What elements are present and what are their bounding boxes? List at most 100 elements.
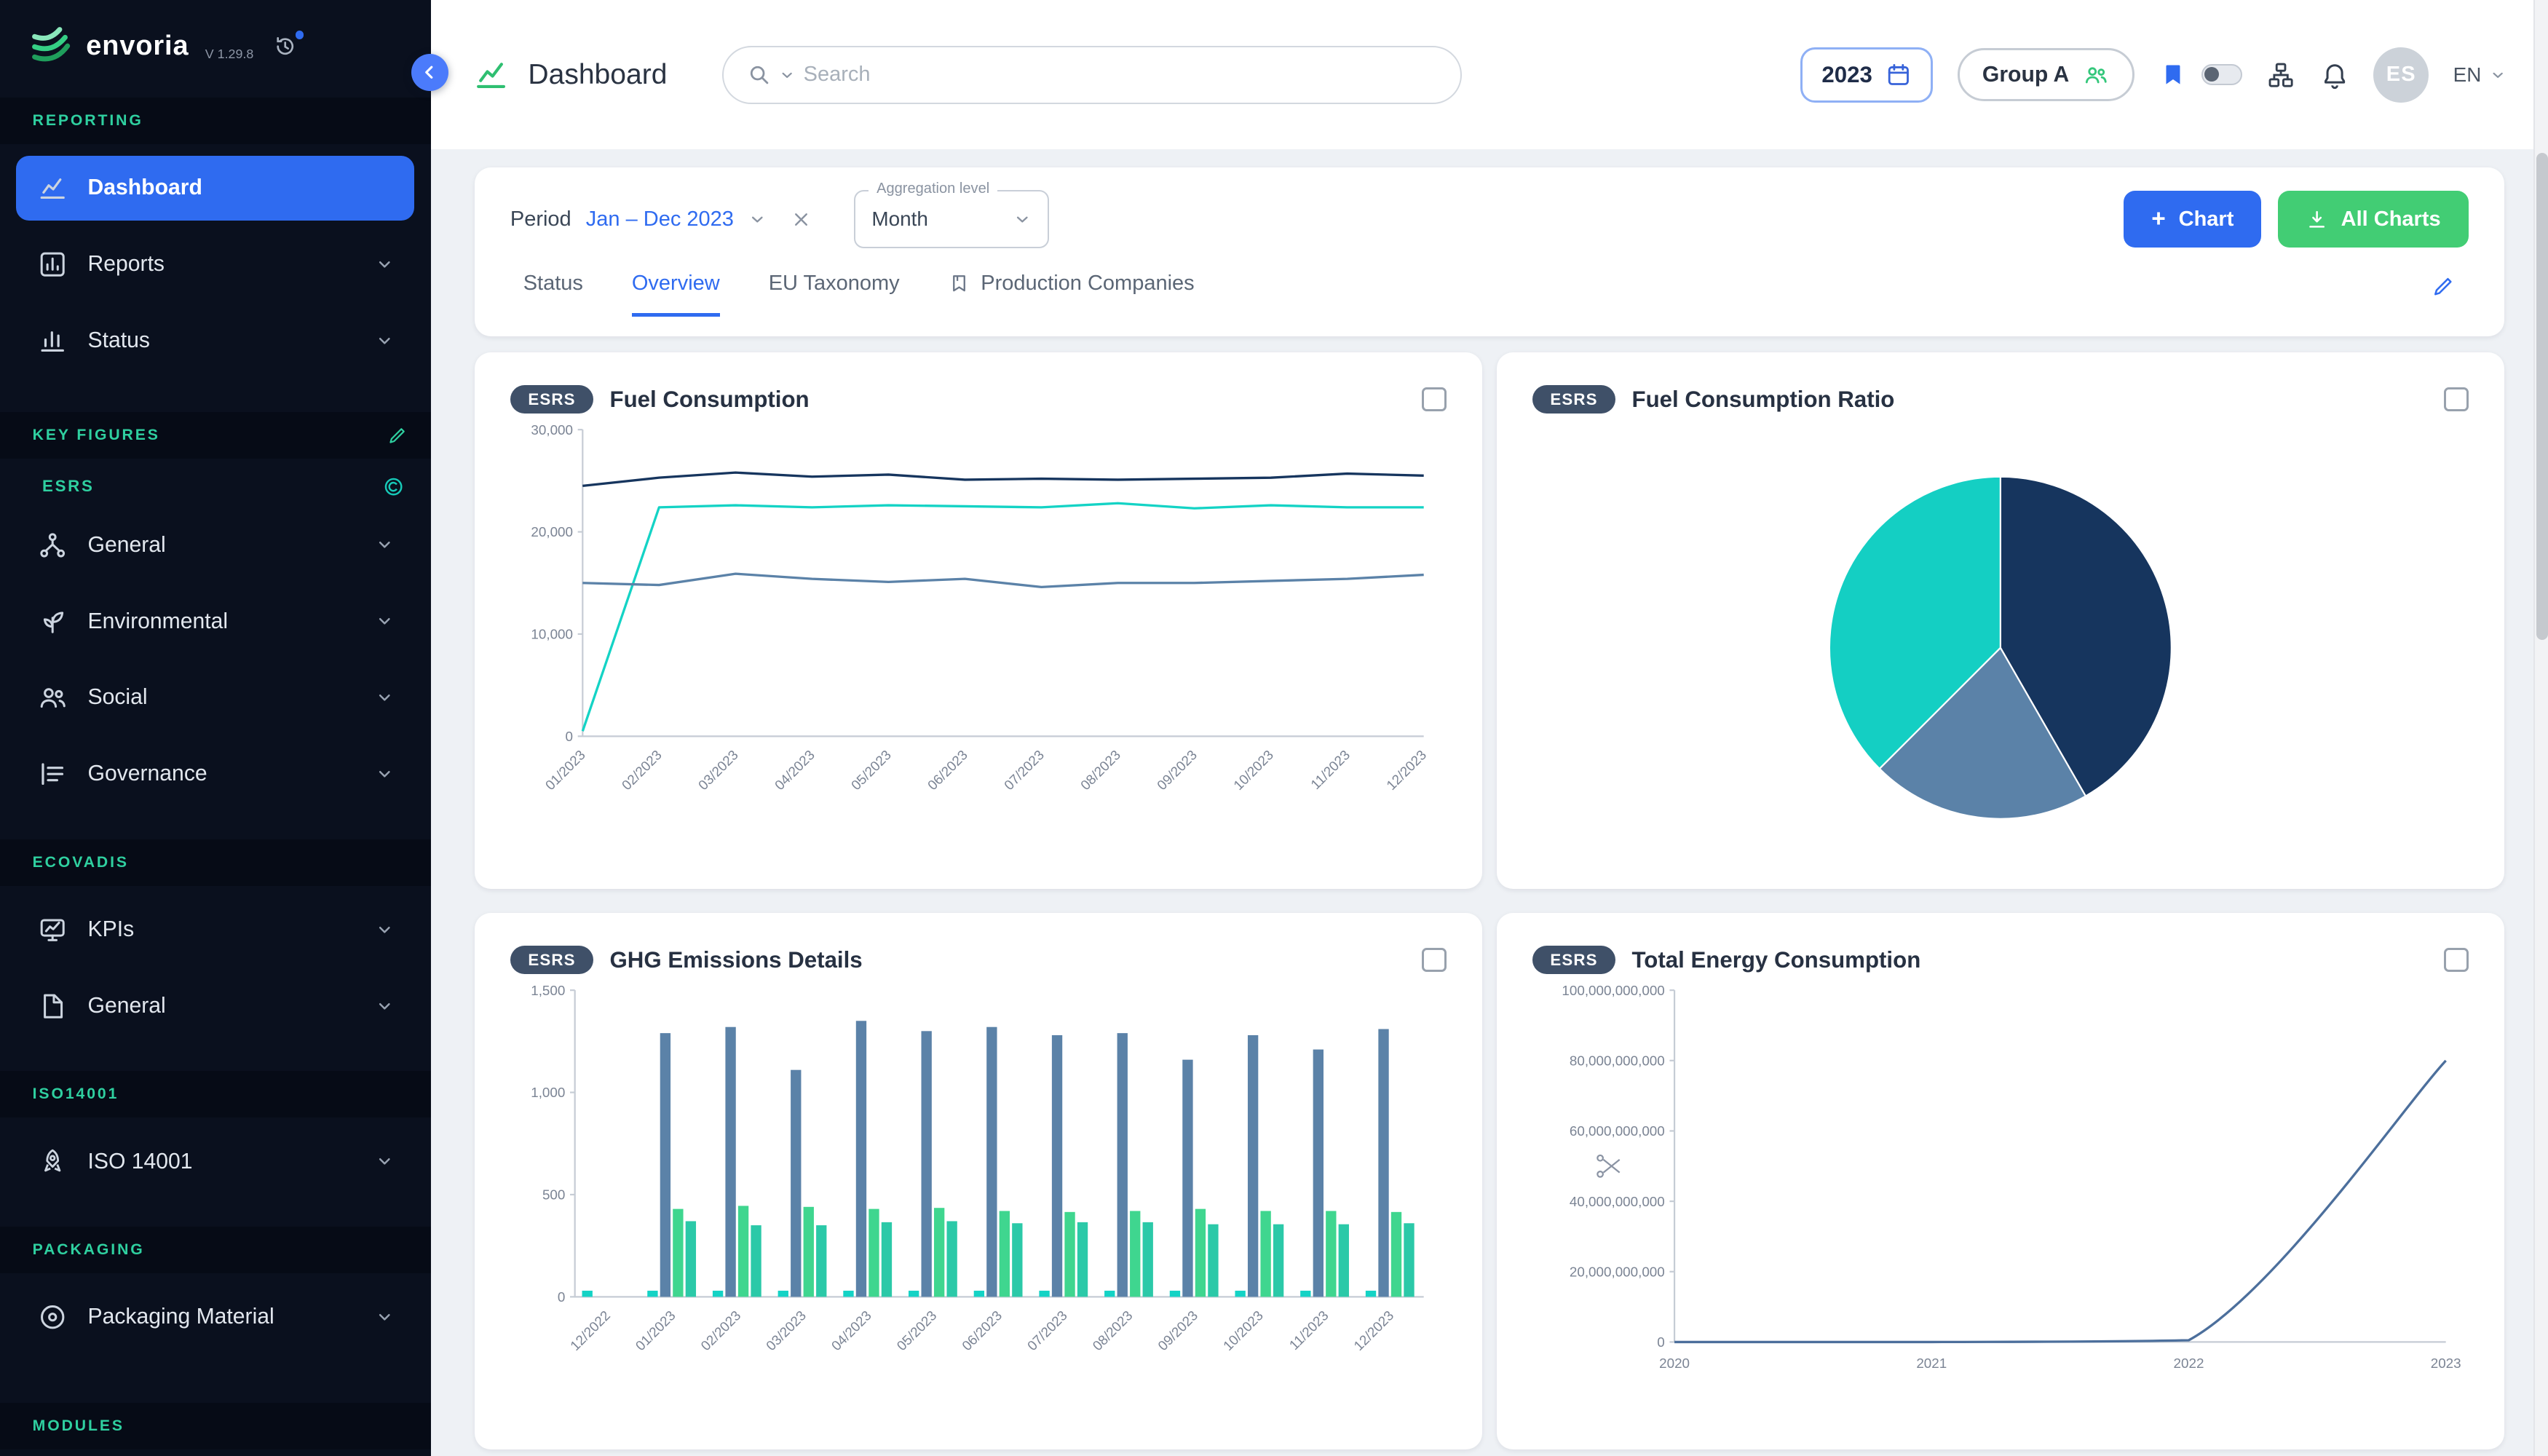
bell-icon[interactable] <box>2320 60 2349 90</box>
svg-text:2022: 2022 <box>2173 1356 2204 1371</box>
language-selector[interactable]: EN <box>2453 63 2506 87</box>
aggregation-level-select[interactable]: Aggregation level Month <box>854 190 1049 248</box>
edit-key-figures-icon[interactable] <box>387 425 408 446</box>
svg-text:2023: 2023 <box>2431 1356 2461 1371</box>
svg-text:2021: 2021 <box>1916 1356 1947 1371</box>
card-checkbox[interactable] <box>1422 387 1446 411</box>
chevron-down-icon <box>376 256 394 274</box>
svg-text:02/2023: 02/2023 <box>619 748 665 794</box>
svg-text:30,000: 30,000 <box>531 422 573 438</box>
period-filter[interactable]: Period Jan – Dec 2023 <box>510 207 812 232</box>
esrs-badge: ESRS <box>1532 946 1615 974</box>
sidebar-item-packaging-material[interactable]: Packaging Material <box>16 1285 414 1350</box>
list-icon <box>37 759 68 789</box>
tab-label: Production Companies <box>981 272 1194 296</box>
esrs-badge: ESRS <box>1532 385 1615 414</box>
sidebar-item-general-esrs[interactable]: General <box>16 513 414 577</box>
chevron-down-icon <box>2490 67 2506 83</box>
app-window: envoria V 1.29.8 REPORTING Dashboard Rep… <box>0 0 2548 1456</box>
sidebar-item-environmental[interactable]: Environmental <box>16 589 414 654</box>
tab-production-companies[interactable]: Production Companies <box>949 272 1195 317</box>
bookmark-icon[interactable] <box>2159 61 2187 89</box>
period-value: Jan – Dec 2023 <box>586 207 734 232</box>
chevron-left-icon <box>421 63 439 82</box>
sidebar-item-dashboard[interactable]: Dashboard <box>16 156 414 221</box>
sitemap-icon <box>37 530 68 561</box>
hierarchy-icon[interactable] <box>2266 60 2295 90</box>
brand-row: envoria V 1.29.8 <box>0 0 431 88</box>
avatar-initials: ES <box>2386 63 2416 87</box>
card-title: GHG Emissions Details <box>610 947 863 973</box>
card-checkbox[interactable] <box>1422 948 1446 972</box>
card-title: Fuel Consumption Ratio <box>1631 387 1894 413</box>
chart-card-ghg-emissions: ESRS GHG Emissions Details 05001,0001,50… <box>475 913 1482 1449</box>
sidebar-item-kpis[interactable]: KPIs <box>16 897 414 962</box>
svg-text:09/2023: 09/2023 <box>1155 1308 1200 1354</box>
scrollbar-thumb[interactable] <box>2536 153 2548 641</box>
esrs-target-icon[interactable] <box>382 475 405 498</box>
plus-icon: + <box>2151 205 2166 233</box>
chart-card-fuel-consumption-ratio: ESRS Fuel Consumption Ratio <box>1497 352 2504 889</box>
subsection-esrs: ESRS <box>0 459 431 501</box>
search-input[interactable] <box>804 63 1438 87</box>
search-scope-chevron-icon[interactable] <box>779 67 795 83</box>
svg-text:20,000: 20,000 <box>531 525 573 540</box>
add-chart-button[interactable]: + Chart <box>2124 191 2261 248</box>
svg-text:01/2023: 01/2023 <box>542 748 588 794</box>
topbar-right-cluster: 2023 Group A ES EN <box>1800 47 2506 103</box>
sidebar-item-label: Packaging Material <box>88 1305 274 1329</box>
avatar[interactable]: ES <box>2373 47 2429 103</box>
sidebar-item-social[interactable]: Social <box>16 665 414 730</box>
clear-period-icon[interactable] <box>791 209 812 230</box>
sidebar-item-status[interactable]: Status <box>16 308 414 373</box>
card-checkbox[interactable] <box>2444 948 2468 972</box>
chevron-down-icon[interactable] <box>748 210 767 229</box>
svg-text:1,000: 1,000 <box>531 1085 565 1101</box>
brand-name: envoria <box>86 31 189 62</box>
group-value: Group A <box>1982 63 2069 87</box>
production-companies-icon <box>949 273 970 294</box>
sidebar-item-iso14001[interactable]: ISO 14001 <box>16 1129 414 1194</box>
card-header: ESRS Total Energy Consumption <box>1532 946 2469 974</box>
sidebar-item-reports[interactable]: Reports <box>16 232 414 297</box>
main-area: Dashboard 2023 Group A <box>431 0 2548 1456</box>
sidebar-collapse-button[interactable] <box>411 54 448 91</box>
tab-status[interactable]: Status <box>523 272 583 317</box>
sidebar-item-governance[interactable]: Governance <box>16 742 414 807</box>
sidebar-item-general-ecovadis[interactable]: General <box>16 973 414 1038</box>
filter-card: Period Jan – Dec 2023 Aggregation level … <box>475 167 2504 336</box>
card-title: Total Energy Consumption <box>1631 947 1920 973</box>
sidebar-item-label: Dashboard <box>88 175 202 200</box>
vertical-scrollbar[interactable] <box>2533 0 2548 1456</box>
year-selector-button[interactable]: 2023 <box>1800 47 1934 103</box>
svg-text:1,500: 1,500 <box>531 983 565 998</box>
tab-eu-taxonomy[interactable]: EU Taxonomy <box>769 272 900 317</box>
language-value: EN <box>2453 63 2482 87</box>
page-title: Dashboard <box>528 59 667 91</box>
svg-text:12/2023: 12/2023 <box>1350 1308 1396 1354</box>
group-selector-button[interactable]: Group A <box>1958 48 2135 102</box>
history-icon[interactable] <box>273 34 297 58</box>
svg-text:11/2023: 11/2023 <box>1307 748 1353 793</box>
sidebar-item-label: Environmental <box>88 609 229 634</box>
card-header: ESRS Fuel Consumption <box>510 385 1447 414</box>
sidebar: envoria V 1.29.8 REPORTING Dashboard Rep… <box>0 0 431 1456</box>
ghg-emissions-bar-chart: 05001,0001,50012/202201/202302/202303/20… <box>510 974 1447 1439</box>
tab-overview[interactable]: Overview <box>632 272 720 317</box>
card-checkbox[interactable] <box>2444 387 2468 411</box>
svg-text:04/2023: 04/2023 <box>828 1308 874 1354</box>
search-icon <box>747 63 771 87</box>
chevron-down-icon <box>376 765 394 783</box>
all-charts-button[interactable]: All Charts <box>2278 191 2469 248</box>
bookmark-toggle[interactable] <box>2201 64 2242 85</box>
section-key-figures-row: KEY FIGURES <box>0 412 431 459</box>
edit-tabs-icon[interactable] <box>2431 272 2455 299</box>
card-header: ESRS Fuel Consumption Ratio <box>1532 385 2469 414</box>
chevron-down-icon <box>376 332 394 350</box>
sidebar-item-label: ISO 14001 <box>88 1150 193 1174</box>
section-iso14001: ISO14001 <box>0 1071 431 1117</box>
search-box[interactable] <box>722 46 1462 104</box>
svg-text:40,000,000,000: 40,000,000,000 <box>1570 1194 1665 1209</box>
svg-text:04/2023: 04/2023 <box>772 748 818 794</box>
svg-text:0: 0 <box>565 729 572 744</box>
